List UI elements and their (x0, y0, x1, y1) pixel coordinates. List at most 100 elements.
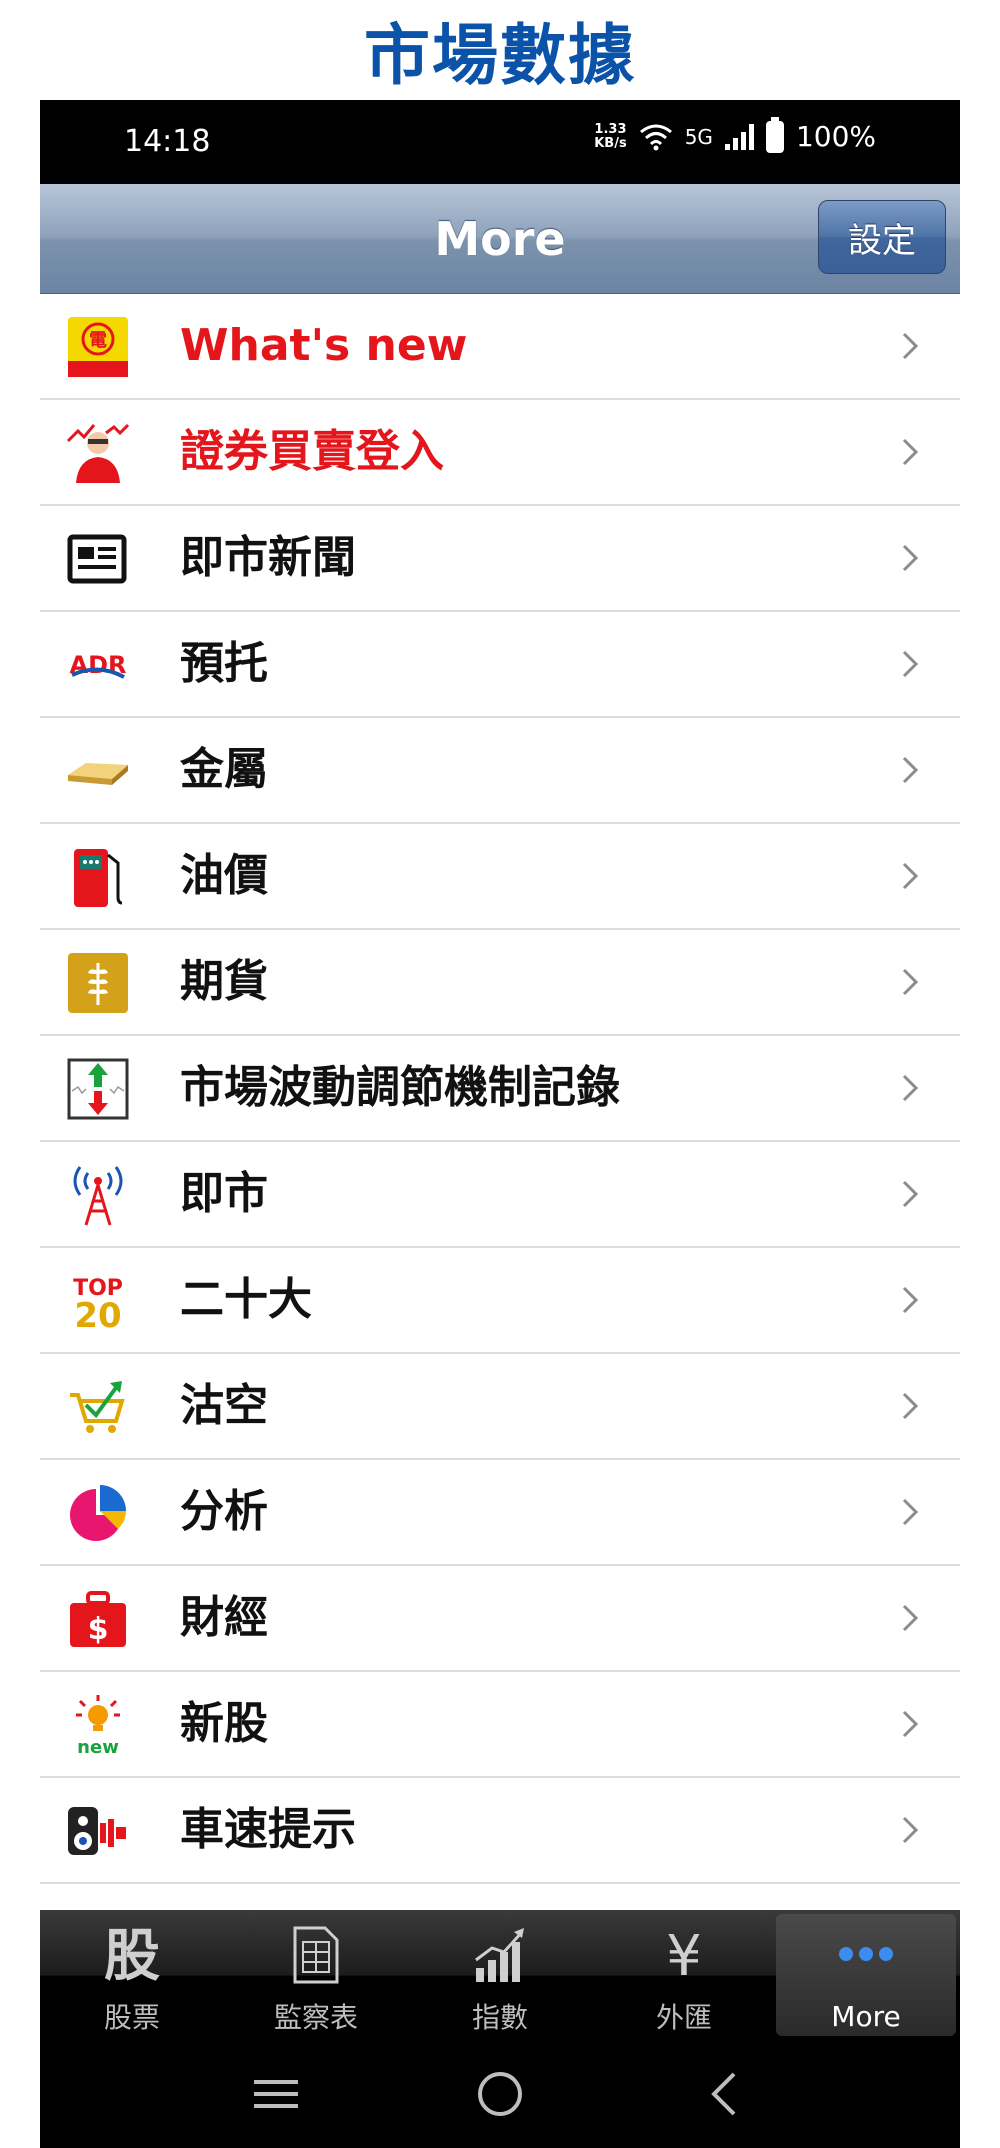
money-bag-icon: $ (70, 1591, 126, 1647)
back-icon[interactable] (696, 2066, 756, 2122)
menu-item-label: 分析 (180, 1486, 268, 1537)
new-bulb-icon: new (76, 1695, 120, 1757)
more-dots-icon (776, 1928, 956, 1994)
broadcast-tower-icon (73, 1166, 123, 1226)
bottom-tab-bar: 股 股票 監察表 指數 ¥ 外匯 More (40, 1910, 960, 2040)
yen-icon: ¥ (592, 1924, 776, 1990)
menu-item-label: 油價 (180, 850, 268, 901)
menu-item-volatility-record[interactable]: 市場波動調節機制記錄 (40, 1036, 960, 1142)
speaker-icon (68, 1807, 126, 1855)
home-icon[interactable] (470, 2066, 530, 2122)
menu-item-label: 新股 (180, 1698, 268, 1749)
menu-item-label: 預托 (180, 638, 268, 689)
tab-stocks[interactable]: 股 股票 (40, 1910, 224, 2040)
tab-label: 指數 (471, 2001, 528, 2034)
tab-forex[interactable]: ¥ 外匯 (592, 1910, 776, 2040)
tab-index[interactable]: 指數 (408, 1910, 592, 2040)
trader-icon (66, 423, 130, 483)
chevron-right-icon (902, 544, 919, 572)
menu-item-analysis[interactable]: 分析 (40, 1460, 960, 1566)
tab-label: 監察表 (273, 2001, 358, 2034)
bar-chart-icon (408, 1924, 592, 1990)
status-icons: 1.33 KB/s 5G 100% (594, 116, 876, 153)
signal-icon (724, 123, 754, 150)
menu-item-finance[interactable]: $ 財經 (40, 1566, 960, 1672)
menu-item-label: 期貨 (180, 956, 268, 1007)
navigation-bar: More 設定 (40, 184, 960, 294)
chevron-right-icon (902, 438, 919, 466)
menu-item-label: 車速提示 (180, 1804, 356, 1855)
chevron-right-icon (902, 1392, 919, 1420)
yen-icon-glyph: ¥ (666, 1924, 702, 1989)
tab-watchlist[interactable]: 監察表 (224, 1910, 408, 2040)
chevron-right-icon (902, 1074, 919, 1102)
wheat-icon (68, 953, 128, 1013)
phone-screen: 14:18 1.33 KB/s 5G 100% More 設定 電 What's… (40, 100, 960, 2148)
stocks-icon-glyph: 股 (104, 1924, 160, 1989)
chevron-right-icon (902, 650, 919, 678)
menu-item-label: 市場波動調節機制記錄 (180, 1062, 620, 1113)
menu-item-metals[interactable]: 金屬 (40, 718, 960, 824)
chevron-right-icon (902, 1498, 919, 1526)
battery-level: 100% (795, 120, 876, 153)
top20-icon: TOP 20 (73, 1276, 123, 1333)
menu-item-short-selling[interactable]: 沽空 (40, 1354, 960, 1460)
menu-item-label: 財經 (180, 1592, 268, 1643)
menu-item-top20[interactable]: TOP 20 二十大 (40, 1248, 960, 1354)
recent-apps-icon[interactable] (246, 2066, 306, 2122)
menu-item-adr[interactable]: ADR 預托 (40, 612, 960, 718)
chevron-right-icon (902, 1604, 919, 1632)
menu-item-realtime[interactable]: 即市 (40, 1142, 960, 1248)
menu-item-label: 二十大 (180, 1274, 312, 1325)
menu-item-label: 金屬 (180, 744, 268, 795)
gold-bar-icon (68, 763, 128, 785)
volatility-icon (67, 1058, 129, 1120)
more-menu-list: 電 What's new 證券買賣登入 即市新聞 ADR 預托 金屬 油價 期貨… (40, 294, 960, 1884)
shopping-cart-trend-icon (70, 1381, 125, 1433)
tab-label: More (831, 2000, 901, 2033)
menu-item-futures[interactable]: 期貨 (40, 930, 960, 1036)
money-bag-symbol: $ (88, 1612, 109, 1647)
menu-item-label: What's new (180, 320, 468, 371)
menu-item-label: 證券買賣登入 (180, 426, 444, 477)
top20-number-text: 20 (74, 1296, 121, 1333)
page-caption: 市場數據 (364, 17, 636, 94)
pie-chart-icon (70, 1485, 126, 1541)
menu-item-whats-new[interactable]: 電 What's new (40, 294, 960, 400)
chevron-right-icon (902, 862, 919, 890)
fuel-pump-icon (74, 849, 123, 907)
status-time: 14:18 (124, 124, 211, 159)
document-icon (224, 1924, 408, 1990)
menu-item-news[interactable]: 即市新聞 (40, 506, 960, 612)
chevron-right-icon (902, 756, 919, 784)
stocks-icon: 股 (40, 1924, 224, 1990)
new-bulb-text: new (77, 1737, 119, 1757)
chevron-right-icon (902, 1816, 919, 1844)
adr-icon: ADR (70, 651, 127, 679)
system-navigation-bar (40, 2040, 960, 2148)
battery-icon (765, 116, 784, 153)
telecom-pro-icon: 電 (68, 317, 128, 377)
chevron-right-icon (902, 968, 919, 996)
chevron-right-icon (902, 332, 919, 360)
network-type: 5G (684, 124, 713, 149)
telecom-logo-text: 電 (89, 330, 107, 351)
menu-item-speed-alert[interactable]: 車速提示 (40, 1778, 960, 1884)
tab-label: 外匯 (655, 2001, 712, 2034)
chevron-right-icon (902, 1180, 919, 1208)
tab-label: 股票 (103, 2001, 160, 2034)
menu-item-oil[interactable]: 油價 (40, 824, 960, 930)
status-bar: 14:18 1.33 KB/s 5G 100% (40, 100, 960, 184)
menu-item-securities-login[interactable]: 證券買賣登入 (40, 400, 960, 506)
menu-item-label: 沽空 (180, 1380, 268, 1431)
network-speed: 1.33 KB/s (594, 122, 627, 151)
newspaper-icon (67, 534, 127, 584)
menu-item-label: 即市新聞 (180, 532, 356, 583)
wifi-icon (639, 124, 672, 150)
menu-item-ipo[interactable]: new 新股 (40, 1672, 960, 1778)
tab-more[interactable]: More (776, 1914, 956, 2036)
network-speed-unit: KB/s (594, 135, 627, 151)
chevron-right-icon (902, 1286, 919, 1314)
settings-button[interactable]: 設定 (818, 200, 946, 274)
chevron-right-icon (902, 1710, 919, 1738)
